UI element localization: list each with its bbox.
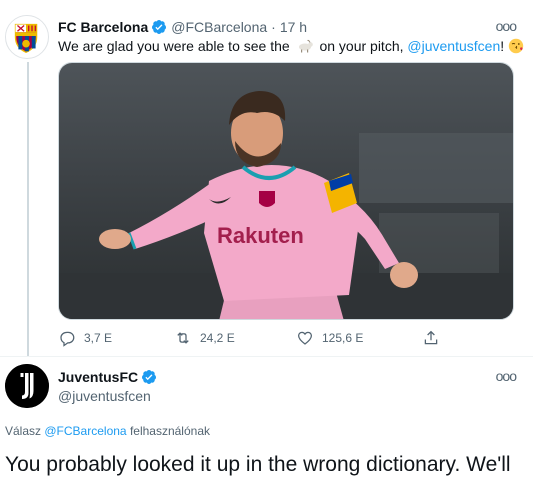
reply-icon xyxy=(60,331,75,347)
author-handle[interactable]: @FCBarcelona xyxy=(171,19,267,35)
tweet-time[interactable]: 17 h xyxy=(280,19,307,35)
reply-suffix: felhasználónak xyxy=(129,424,210,438)
kissing-face-emoji-icon xyxy=(508,38,524,54)
author-name[interactable]: FC Barcelona xyxy=(58,19,148,35)
verified-badge-icon xyxy=(142,370,157,384)
juventus-logo-icon xyxy=(5,364,49,408)
share-icon xyxy=(424,330,438,345)
separator-dot: · xyxy=(271,19,276,35)
share-button[interactable] xyxy=(422,328,448,348)
like-count: 125,6 E xyxy=(322,331,364,345)
tweet2-author: JuventusFC @juventusfcen xyxy=(58,368,161,404)
tweet-header: FC Barcelona @FCBarcelona · 17 h xyxy=(58,17,307,37)
retweet-count: 24,2 E xyxy=(200,331,235,345)
author-name-juventus[interactable]: JuventusFC xyxy=(58,369,138,385)
fcbarcelona-avatar[interactable] xyxy=(5,15,49,59)
verified-badge-icon xyxy=(152,20,167,34)
reply-count: 3,7 E xyxy=(84,331,113,345)
more-options-icon[interactable]: ooo xyxy=(496,18,517,34)
replying-to: Válasz @FCBarcelona felhasználónak xyxy=(5,424,210,438)
juventusfc-avatar[interactable] xyxy=(5,364,49,408)
like-button[interactable]: 125,6 E xyxy=(296,328,363,348)
tweet-text-end: ! xyxy=(500,38,505,54)
tweet-text-part1: We are glad you were able to see the xyxy=(58,38,290,54)
player-photo-image: Rakuten xyxy=(59,63,513,319)
tweet-fcbarcelona[interactable]: FC Barcelona @FCBarcelona · 17 h ooo We … xyxy=(0,0,533,356)
goat-emoji-icon xyxy=(298,39,313,53)
more-options-icon[interactable]: ooo xyxy=(496,368,517,384)
heart-icon xyxy=(297,331,313,345)
author-handle-juventus[interactable]: @juventusfcen xyxy=(58,388,161,404)
tweet2-text: You probably looked it up in the wrong d… xyxy=(5,453,511,476)
tweet-text: We are glad you were able to see the on … xyxy=(58,37,524,55)
retweet-button[interactable]: 24,2 E xyxy=(174,328,235,348)
reply-mention-fcbarcelona[interactable]: @FCBarcelona xyxy=(44,424,126,438)
thread-line xyxy=(27,62,29,356)
tweet-text-part2: on your pitch, xyxy=(319,38,404,54)
tweet-actions: 3,7 E 24,2 E 125,6 E xyxy=(58,328,458,348)
fcb-crest-icon xyxy=(6,16,47,57)
tweet-media-photo[interactable]: Rakuten xyxy=(58,62,514,320)
shirt-sponsor-text: Rakuten xyxy=(217,223,304,248)
reply-prefix: Válasz xyxy=(5,424,42,438)
tweet-divider xyxy=(0,356,533,357)
retweet-icon xyxy=(177,332,189,344)
reply-button[interactable]: 3,7 E xyxy=(58,328,112,348)
mention-juventusfcen[interactable]: @juventusfcen xyxy=(407,38,500,54)
